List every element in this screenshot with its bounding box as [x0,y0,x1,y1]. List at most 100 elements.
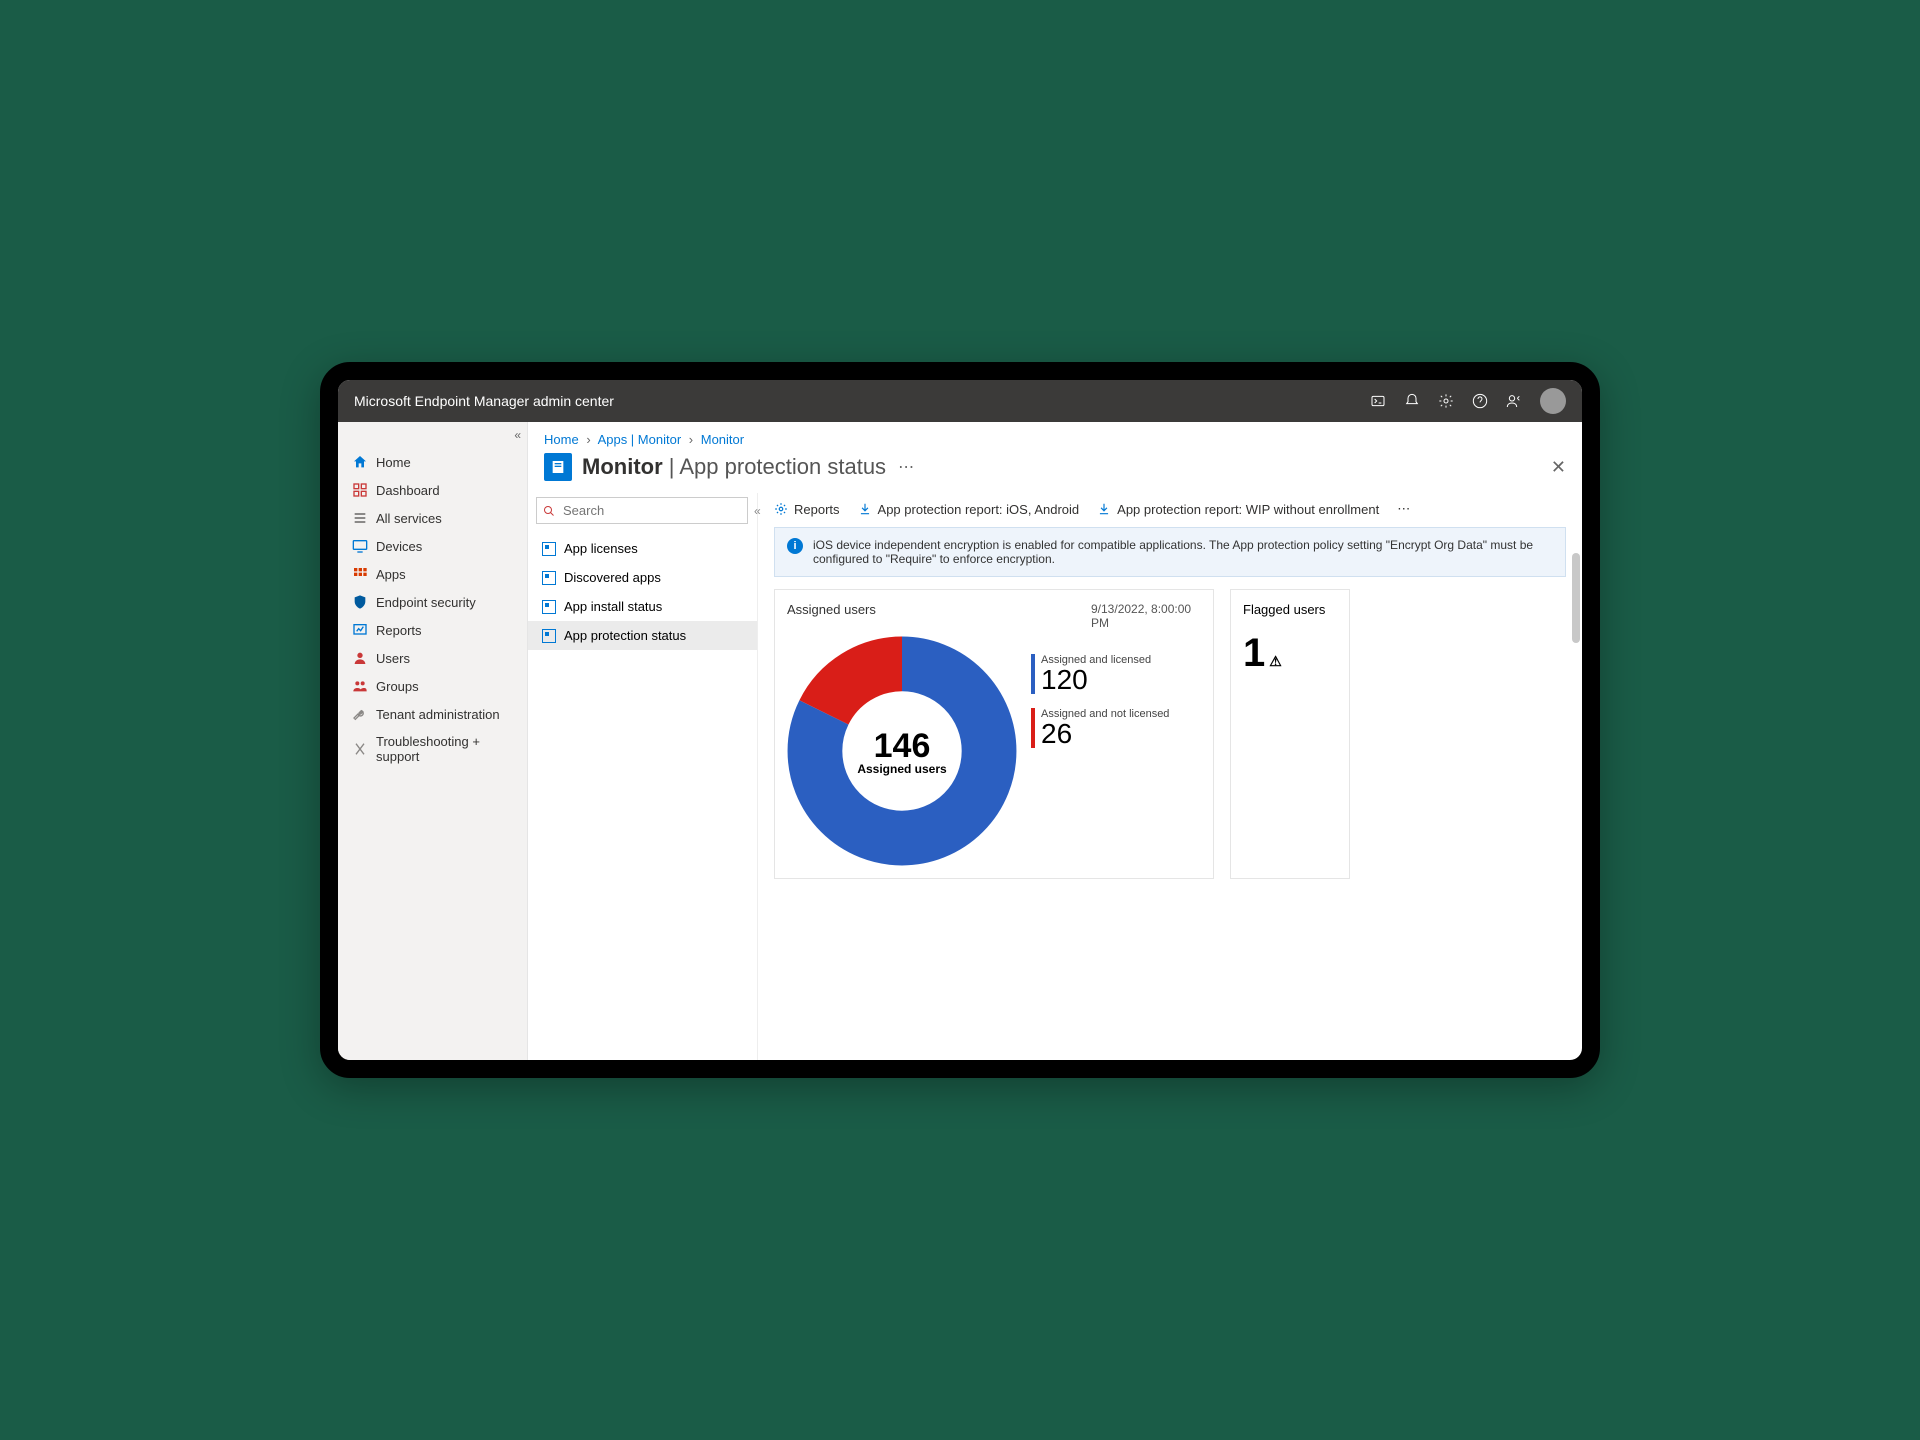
sidebar-item-apps[interactable]: Apps [338,560,527,588]
user-icon [352,650,368,666]
subnav-item-app-install-status[interactable]: App install status [528,592,757,621]
app-title: Microsoft Endpoint Manager admin center [354,393,1370,409]
info-icon: i [787,538,803,554]
dashboard-icon [352,482,368,498]
page-title-rest: | App protection status [663,454,886,479]
card-title: Flagged users [1243,602,1337,617]
apps-icon [352,566,368,582]
primary-sidebar: « Home Dashboard All services Devices Ap… [338,422,528,1060]
sidebar-item-label: Endpoint security [376,595,476,610]
breadcrumb-sep-icon: › [582,432,594,447]
shield-icon [352,594,368,610]
reports-button[interactable]: Reports [774,502,840,517]
subnav-label: App install status [564,599,662,614]
sidebar-item-label: Tenant administration [376,707,500,722]
page-header: Monitor | App protection status ⋯ ✕ [528,451,1582,493]
search-input[interactable] [536,497,748,524]
sidebar-item-dashboard[interactable]: Dashboard [338,476,527,504]
workspace: « App licenses Discovered apps App insta… [528,493,1582,1060]
page-title: Monitor | App protection status [582,454,886,480]
sidebar-item-label: Devices [376,539,422,554]
settings-icon[interactable] [1438,393,1454,409]
app-icon [542,600,556,614]
legend-value: 120 [1041,666,1169,694]
close-icon[interactable]: ✕ [1551,457,1566,478]
donut-total-label: Assigned users [857,762,946,776]
groups-icon [352,678,368,694]
wrench-icon [352,706,368,722]
legend-unlicensed: Assigned and not licensed 26 [1031,708,1169,748]
sidebar-item-users[interactable]: Users [338,644,527,672]
reports-label: Reports [794,502,840,517]
toolbar-more-icon[interactable]: ⋯ [1397,501,1412,517]
tools-icon [352,741,368,757]
all-services-icon [352,510,368,526]
sidebar-item-reports[interactable]: Reports [338,616,527,644]
sidebar-item-home[interactable]: Home [338,448,527,476]
subnav-item-discovered-apps[interactable]: Discovered apps [528,563,757,592]
legend-licensed: Assigned and licensed 120 [1031,654,1169,694]
flagged-users-card: Flagged users 1 ⚠ [1230,589,1350,879]
notifications-icon[interactable] [1404,393,1420,409]
breadcrumb-home[interactable]: Home [544,432,579,447]
more-icon[interactable]: ⋯ [898,457,916,477]
sidebar-item-label: All services [376,511,442,526]
chart-legend: Assigned and licensed 120 Assigned and n… [1031,654,1169,866]
subnav-item-app-protection-status[interactable]: App protection status [528,621,757,650]
devices-icon [352,538,368,554]
sidebar-item-troubleshooting[interactable]: Troubleshooting + support [338,728,527,770]
app-icon [542,571,556,585]
sidebar-item-all-services[interactable]: All services [338,504,527,532]
reports-icon [352,622,368,638]
assigned-users-card: Assigned users 9/13/2022, 8:00:00 PM [774,589,1214,879]
donut-chart: 146 Assigned users [787,636,1017,866]
topbar-actions [1370,388,1566,414]
card-title: Assigned users [787,602,876,630]
cards-row: Assigned users 9/13/2022, 8:00:00 PM [774,589,1566,879]
app-icon [542,629,556,643]
download-label: App protection report: WIP without enrol… [1117,502,1379,517]
feedback-icon[interactable] [1506,393,1522,409]
sidebar-item-groups[interactable]: Groups [338,672,527,700]
app-icon [542,542,556,556]
sidebar-item-endpoint-security[interactable]: Endpoint security [338,588,527,616]
breadcrumb: Home › Apps | Monitor › Monitor [528,422,1582,451]
cloud-shell-icon[interactable] [1370,393,1386,409]
donut-total: 146 [874,727,931,766]
sidebar-item-label: Users [376,651,410,666]
sidebar-item-devices[interactable]: Devices [338,532,527,560]
screen: Microsoft Endpoint Manager admin center … [338,380,1582,1060]
help-icon[interactable] [1472,393,1488,409]
content-area: Home › Apps | Monitor › Monitor Monitor … [528,422,1582,1060]
body: « Home Dashboard All services Devices Ap… [338,422,1582,1060]
sidebar-item-label: Reports [376,623,422,638]
user-avatar[interactable] [1540,388,1566,414]
search-box: « [536,497,749,524]
warning-icon: ⚠ [1269,653,1282,670]
timestamp: 9/13/2022, 8:00:00 PM [1091,602,1201,630]
sidebar-item-label: Troubleshooting + support [376,734,513,764]
breadcrumb-monitor[interactable]: Monitor [701,432,744,447]
sidebar-item-tenant-administration[interactable]: Tenant administration [338,700,527,728]
sidebar-item-label: Groups [376,679,419,694]
info-banner: i iOS device independent encryption is e… [774,527,1566,577]
breadcrumb-sep-icon: › [685,432,697,447]
top-header: Microsoft Endpoint Manager admin center [338,380,1582,422]
command-bar: Reports App protection report: iOS, Andr… [774,497,1566,527]
subnav-label: App protection status [564,628,686,643]
home-icon [352,454,368,470]
download-ios-android-button[interactable]: App protection report: iOS, Android [858,502,1080,517]
sidebar-collapse-icon[interactable]: « [514,428,521,442]
subnav-label: Discovered apps [564,570,661,585]
sidebar-item-label: Apps [376,567,406,582]
flagged-value: 1 [1243,631,1265,676]
sidebar-item-label: Home [376,455,411,470]
breadcrumb-apps-monitor[interactable]: Apps | Monitor [598,432,682,447]
scrollbar[interactable] [1572,493,1580,1060]
scrollbar-thumb[interactable] [1572,553,1580,643]
subnav-item-app-licenses[interactable]: App licenses [528,534,757,563]
download-label: App protection report: iOS, Android [878,502,1080,517]
primary-nav: Home Dashboard All services Devices Apps… [338,422,527,770]
download-wip-button[interactable]: App protection report: WIP without enrol… [1097,502,1379,517]
flagged-count: 1 ⚠ [1243,631,1337,676]
